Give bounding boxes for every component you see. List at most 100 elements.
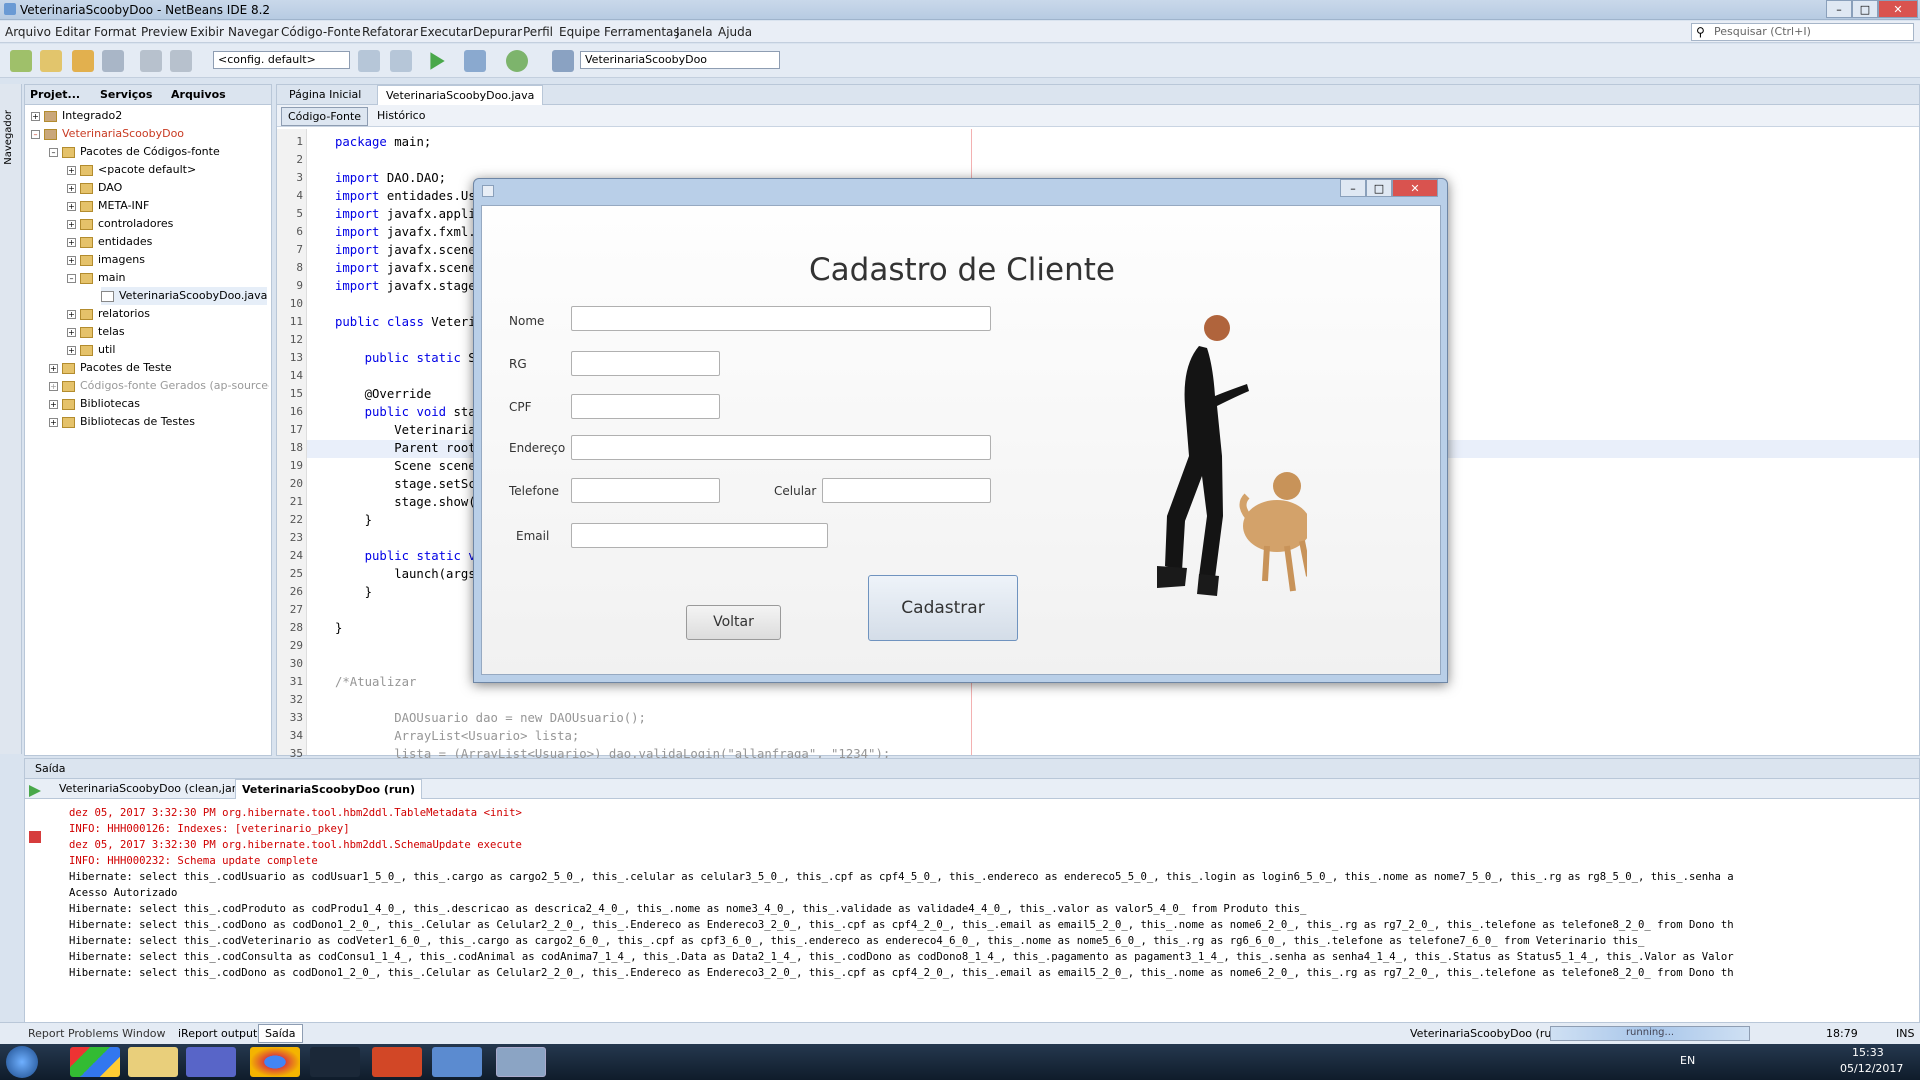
language-indicator[interactable]: EN [1680, 1054, 1695, 1067]
celular-field[interactable] [822, 478, 991, 503]
tree-item-default-package[interactable]: + <pacote default> [67, 161, 196, 179]
menu-depurar[interactable]: Depurar [473, 25, 522, 39]
code-line[interactable]: ArrayList<Usuario> lista; [335, 727, 579, 745]
tree-item-source-packages[interactable]: – Pacotes de Códigos-fonte [49, 143, 220, 161]
endereco-field[interactable] [571, 435, 991, 460]
menu-codigo-fonte[interactable]: Código-Fonte [281, 25, 361, 39]
debug-icon[interactable] [464, 50, 486, 72]
dialog-minimize-button[interactable]: – [1340, 179, 1366, 197]
menu-navegar[interactable]: Navegar [228, 25, 279, 39]
tree-item-meta-inf[interactable]: + META-INF [67, 197, 149, 215]
clock-time[interactable]: 15:33 [1852, 1046, 1884, 1059]
menu-janela[interactable]: Janela [676, 25, 713, 39]
new-file-icon[interactable] [10, 50, 32, 72]
java-taskbar-icon[interactable] [496, 1047, 546, 1077]
profile-icon[interactable] [506, 50, 528, 72]
close-button[interactable]: ✕ [1878, 0, 1918, 18]
tab-report-problems[interactable]: Report Problems Window [28, 1027, 166, 1040]
tab-source[interactable]: Código-Fonte [281, 107, 369, 126]
tree-item-test-packages[interactable]: + Pacotes de Teste [49, 359, 172, 377]
new-project-icon[interactable] [40, 50, 62, 72]
voltar-button[interactable]: Voltar [686, 605, 781, 640]
open-project-icon[interactable] [72, 50, 94, 72]
code-line[interactable]: stage.show(); [335, 493, 490, 511]
code-line[interactable]: } [335, 511, 372, 529]
explorer-taskbar-icon[interactable] [128, 1047, 178, 1077]
tree-item-dao[interactable]: + DAO [67, 179, 122, 197]
virtualbox-taskbar-icon[interactable] [432, 1047, 482, 1077]
steam-taskbar-icon[interactable] [310, 1047, 360, 1077]
tab-output-status[interactable]: Saída [258, 1024, 303, 1043]
code-line[interactable]: launch(args); [335, 565, 490, 583]
menu-arquivo[interactable]: Arquivo [5, 25, 51, 39]
run-icon[interactable] [430, 52, 445, 70]
tree-item-controladores[interactable]: + controladores [67, 215, 173, 233]
menu-editar[interactable]: Editar [55, 25, 91, 39]
undo-icon[interactable] [140, 50, 162, 72]
tab-services[interactable]: Serviços [100, 88, 152, 101]
code-line[interactable]: DAOUsuario dao = new DAOUsuario(); [335, 709, 646, 727]
menu-ferramentas[interactable]: Ferramentas [604, 25, 680, 39]
tree-item-test-libraries[interactable]: + Bibliotecas de Testes [49, 413, 195, 431]
code-line[interactable]: package main; [335, 133, 431, 151]
tree-item-main[interactable]: – main [67, 269, 125, 287]
tree-item-relatorios[interactable]: + relatorios [67, 305, 150, 323]
redo-icon[interactable] [170, 50, 192, 72]
tab-start-page[interactable]: Página Inicial [281, 85, 369, 105]
project-icon[interactable] [552, 50, 574, 72]
navigator-label[interactable]: Navegador [3, 110, 14, 165]
build-icon[interactable] [390, 50, 412, 72]
minimize-button[interactable]: – [1826, 0, 1852, 18]
save-all-icon[interactable] [102, 50, 124, 72]
tab-history[interactable]: Histórico [377, 109, 425, 122]
tab-main-java[interactable]: VeterinariaScoobyDoo.java [377, 85, 544, 105]
tree-item-telas[interactable]: + telas [67, 323, 125, 341]
menu-refatorar[interactable]: Refatorar [362, 25, 418, 39]
tab-files[interactable]: Arquivos [171, 88, 226, 101]
tree-item-main-java[interactable]: VeterinariaScoobyDoo.java [101, 287, 268, 305]
tab-projects[interactable]: Projet... [30, 88, 80, 101]
email-field[interactable] [571, 523, 828, 548]
code-line[interactable]: } [335, 583, 372, 601]
project-select[interactable]: VeterinariaScoobyDoo [580, 51, 780, 69]
code-line[interactable]: import DAO.DAO; [335, 169, 446, 187]
nome-field[interactable] [571, 306, 991, 331]
progress-bar[interactable]: running... [1550, 1026, 1750, 1041]
tab-output-clean[interactable]: VeterinariaScoobyDoo (clean,jar) [53, 782, 247, 795]
tab-output-run[interactable]: VeterinariaScoobyDoo (run) [235, 779, 422, 799]
start-button[interactable] [6, 1046, 38, 1078]
menu-executar[interactable]: Executar [420, 25, 473, 39]
tree-item-integrado2[interactable]: + Integrado2 [31, 107, 122, 125]
tree-item-project[interactable]: – VeterinariaScoobyDoo [31, 125, 184, 143]
dialog-close-button[interactable]: ✕ [1392, 179, 1438, 197]
menu-exibir[interactable]: Exibir [190, 25, 224, 39]
cpf-field[interactable] [571, 394, 720, 419]
maximize-button[interactable]: □ [1852, 0, 1878, 18]
office-taskbar-icon[interactable] [70, 1047, 120, 1077]
tab-ireport[interactable]: iReport output [178, 1027, 257, 1040]
menu-preview[interactable]: Preview [141, 25, 188, 39]
code-line[interactable]: } [335, 619, 342, 637]
stop-icon[interactable] [29, 831, 41, 843]
menu-equipe[interactable]: Equipe [559, 25, 600, 39]
menu-perfil[interactable]: Perfil [523, 25, 553, 39]
config-select[interactable]: <config. default> [213, 51, 350, 69]
code-line[interactable]: @Override [335, 385, 432, 403]
rg-field[interactable] [571, 351, 720, 376]
search-input[interactable]: Pesquisar (Ctrl+I) [1691, 23, 1914, 41]
chrome-taskbar-icon[interactable] [250, 1047, 300, 1077]
tree-item-imagens[interactable]: + imagens [67, 251, 145, 269]
tree-item-entidades[interactable]: + entidades [67, 233, 152, 251]
discord-taskbar-icon[interactable] [186, 1047, 236, 1077]
dialog-maximize-button[interactable]: □ [1366, 179, 1392, 197]
code-line[interactable]: /*Atualizar [335, 673, 416, 691]
tree-item-generated-sources[interactable]: +Códigos-fonte Gerados (ap-source-output… [49, 377, 269, 395]
menu-format[interactable]: Format [94, 25, 136, 39]
tree-item-util[interactable]: + util [67, 341, 115, 359]
telefone-field[interactable] [571, 478, 720, 503]
menu-ajuda[interactable]: Ajuda [718, 25, 752, 39]
tree-item-libraries[interactable]: + Bibliotecas [49, 395, 140, 413]
clean-build-icon[interactable] [358, 50, 380, 72]
powerpoint-taskbar-icon[interactable] [372, 1047, 422, 1077]
clock-date[interactable]: 05/12/2017 [1840, 1062, 1903, 1075]
